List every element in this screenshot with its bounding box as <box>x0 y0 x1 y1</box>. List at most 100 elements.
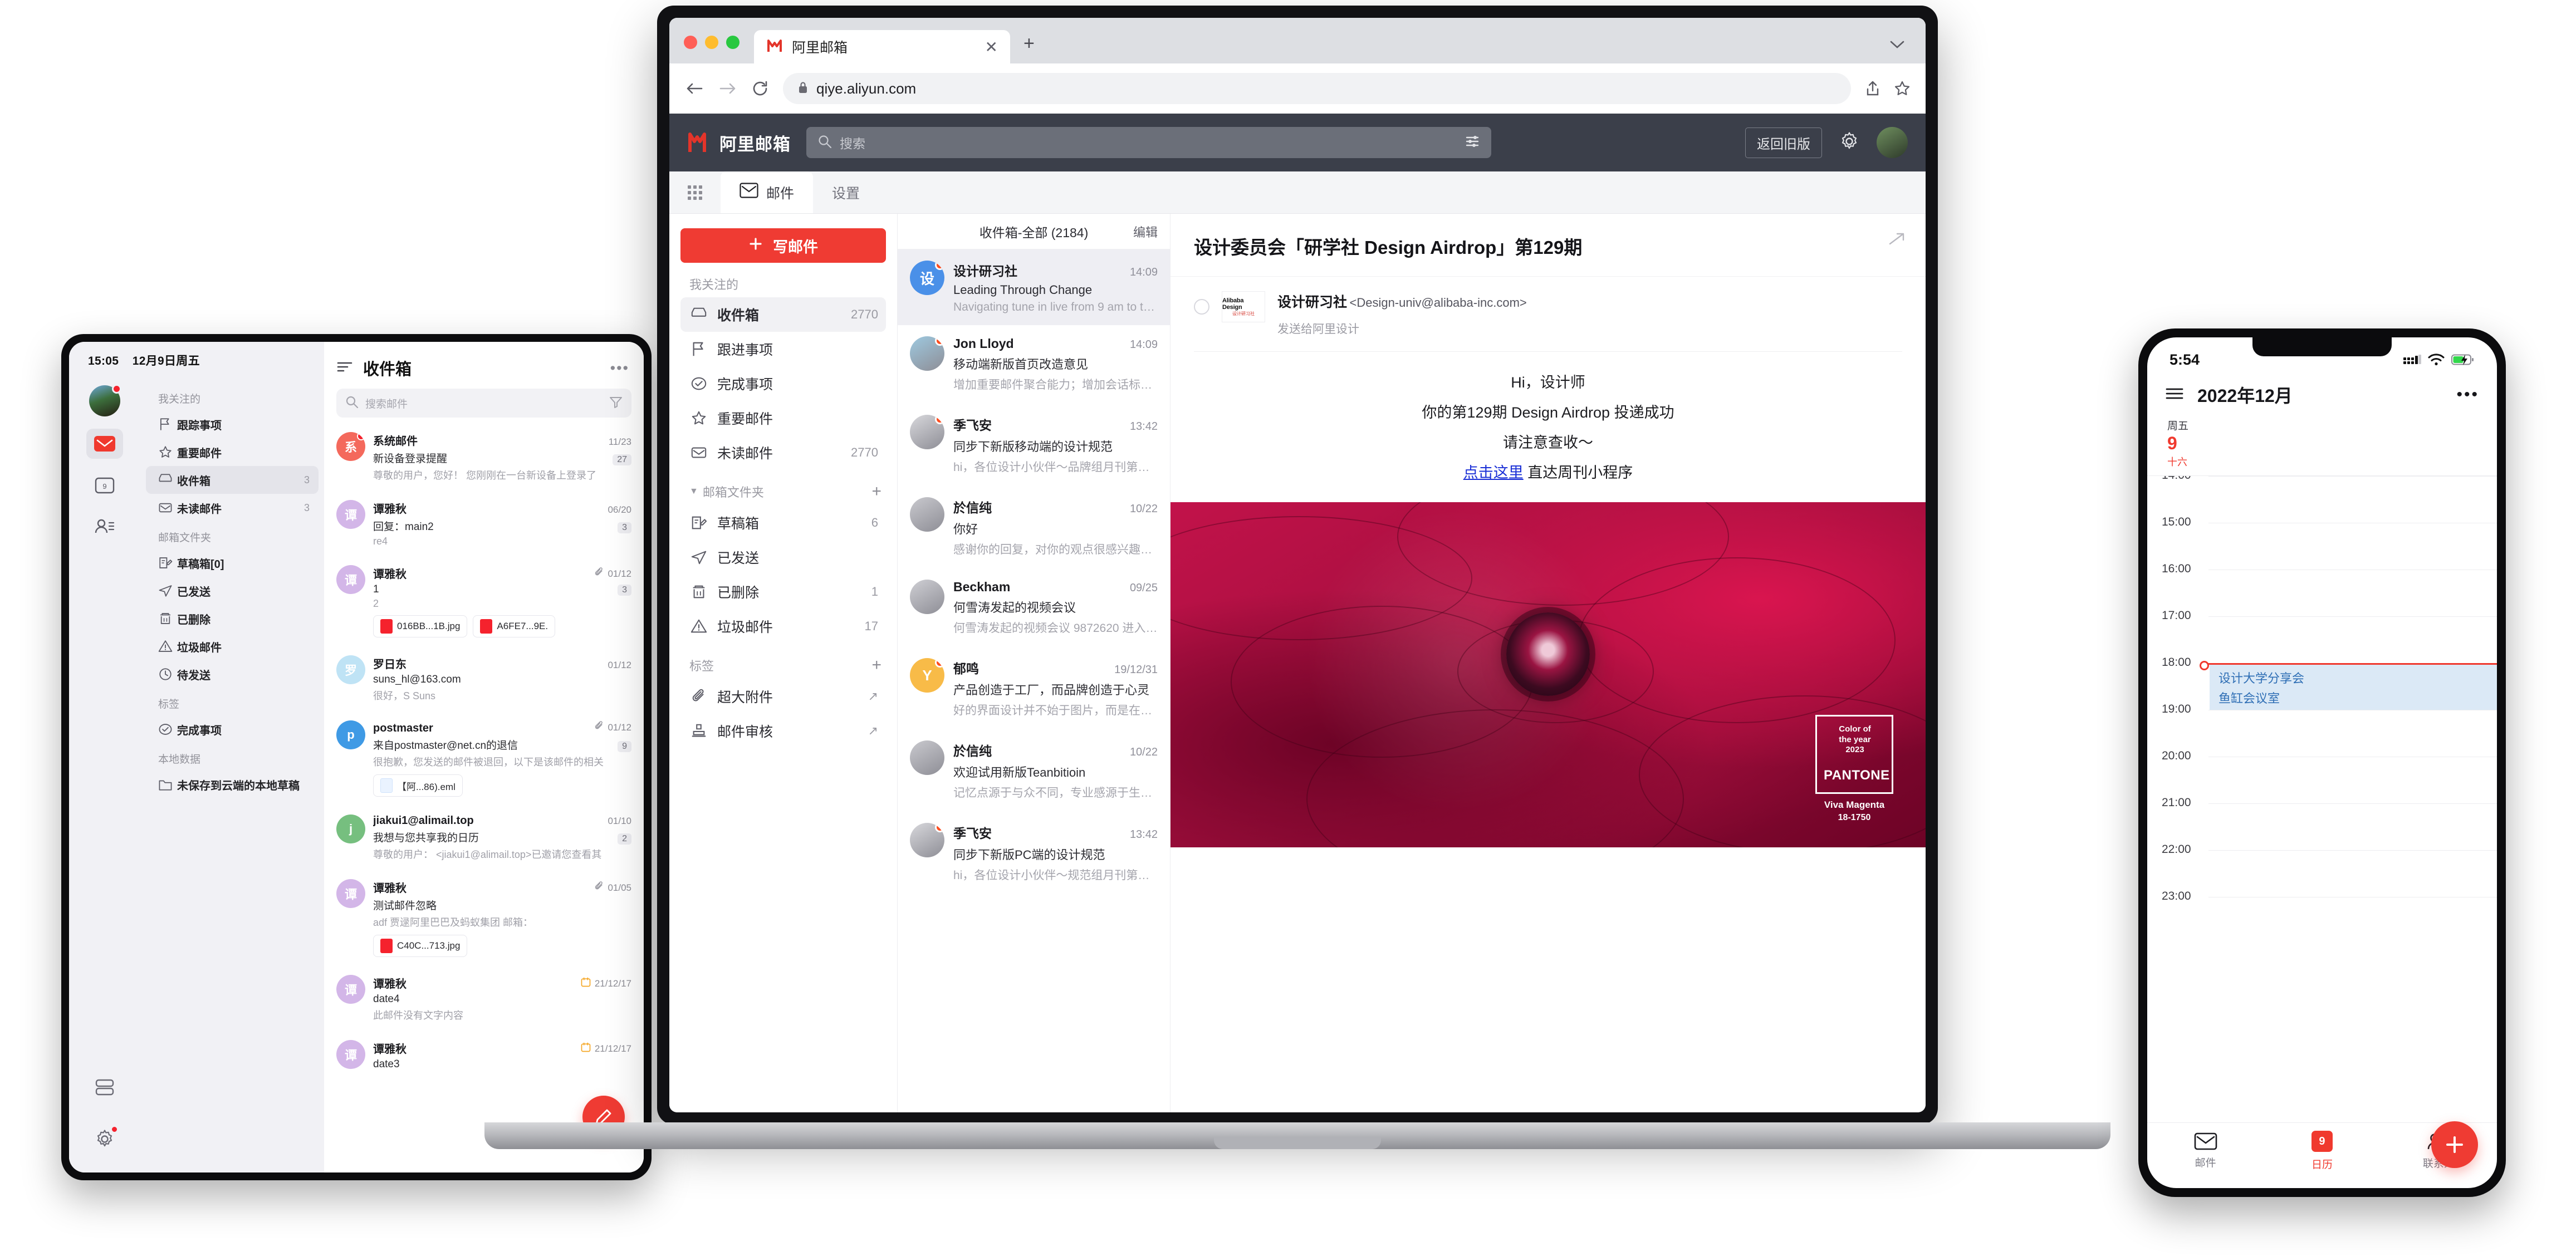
tablet-folder-未读邮件[interactable]: 未读邮件 3 <box>146 494 319 522</box>
laptop-folder-未读邮件[interactable]: 未读邮件 2770 <box>680 435 886 470</box>
chevron-down-icon[interactable] <box>1889 40 1906 52</box>
phone-tab-mail[interactable]: 邮件 <box>2147 1132 2264 1170</box>
tablet-folder-草稿箱[0][interactable]: 草稿箱[0] <box>146 549 319 577</box>
hour-slot[interactable]: 22:00 <box>2147 843 2497 897</box>
laptop-folder-跟进事项[interactable]: 跟进事项 <box>680 332 886 366</box>
maximize-window-button[interactable] <box>726 36 740 49</box>
table-row[interactable]: 季飞安 13:42 同步下新版PC端的设计规范 hi，各位设计小伙伴～规范组月刊… <box>898 812 1170 894</box>
table-row[interactable]: Y 郁鸣 19/12/31 产品创造于工厂，而品牌创造于心灵 好的界面设计并不始… <box>898 647 1170 729</box>
tablet-folder-完成事项[interactable]: 完成事项 <box>146 715 319 743</box>
attachment-chip[interactable]: C40C...713.jpg <box>373 935 468 957</box>
settings-gear-icon[interactable] <box>94 1125 119 1152</box>
compose-button[interactable]: 写邮件 <box>680 228 886 263</box>
laptop-folder-超大附件[interactable]: 超大附件 ↗ <box>680 679 886 714</box>
tablet-folder-垃圾邮件[interactable]: 垃圾邮件 <box>146 632 319 660</box>
table-row[interactable]: 谭 谭雅秋 21/12/17 date4 此邮件没有文字内容 <box>324 966 644 1031</box>
phone-calendar-grid[interactable]: 14:00 15:00 16:00 17:00 18:00 19:00 20:0… <box>2147 476 2497 1122</box>
tab-mail[interactable]: 邮件 <box>721 171 814 213</box>
table-row[interactable]: 於信纯 10/22 欢迎试用新版Teanbitioin 记忆点源于与众不同，专业… <box>898 729 1170 812</box>
weekly-link[interactable]: 点击这里 <box>1463 464 1524 481</box>
table-row[interactable]: Jon Lloyd 14:09 移动端新版首页改造意见 增加重要邮件聚合能力；增… <box>898 325 1170 404</box>
phone-tab-calendar[interactable]: 9 日历 <box>2264 1131 2380 1171</box>
tablet-folder-已删除[interactable]: 已删除 <box>146 605 319 632</box>
laptop-folder-收件箱[interactable]: 收件箱 2770 <box>680 297 886 332</box>
add-folder-icon[interactable]: + <box>871 656 886 675</box>
layout-toggle-icon[interactable] <box>95 1078 115 1100</box>
close-window-button[interactable] <box>684 36 697 49</box>
laptop-folder-垃圾邮件[interactable]: 垃圾邮件 17 <box>680 609 886 644</box>
sort-icon[interactable] <box>336 361 353 376</box>
laptop-folder-已删除[interactable]: 已删除 1 <box>680 575 886 609</box>
share-icon[interactable] <box>1865 81 1880 96</box>
table-row[interactable]: 罗 罗日东 01/12 suns_hl@163.com 很好，S Suns <box>324 646 644 712</box>
hour-slot[interactable]: 23:00 <box>2147 890 2497 944</box>
phone-month-label[interactable]: 2022年12月 <box>2197 382 2293 408</box>
table-row[interactable]: 谭 谭雅秋 01/12 1 3 2 016BB...1B.jpg A6FE7...… <box>324 556 644 646</box>
chevron-down-icon[interactable]: ▼ <box>689 487 698 497</box>
rail-item-calendar[interactable]: 9 <box>86 470 123 500</box>
back-icon[interactable] <box>685 81 704 96</box>
table-row[interactable]: 谭 谭雅秋 21/12/17 date3 <box>324 1031 644 1080</box>
rail-item-contacts[interactable] <box>86 511 123 541</box>
laptop-folder-重要邮件[interactable]: 重要邮件 <box>680 401 886 435</box>
browser-tab[interactable]: 阿里邮箱 ✕ <box>754 30 1010 63</box>
table-row[interactable]: 系 系统邮件 11/23 新设备登录提醒 27 尊敬的用户，您好！ 您刚刚在一台… <box>324 423 644 491</box>
table-row[interactable]: 设 设计研习社 14:09 Leading Through Change Nav… <box>898 249 1170 325</box>
hamburger-icon[interactable] <box>2165 386 2184 404</box>
table-row[interactable]: 谭 谭雅秋 06/20 回复：main2 3 re4 <box>324 491 644 556</box>
attachment-chip[interactable]: 【阿...86).eml <box>373 774 463 797</box>
table-row[interactable]: 於信纯 10/22 你好 感谢你的回复，对你的观点很感兴趣，希望可以进一… <box>898 486 1170 568</box>
tablet-folder-跟踪事项[interactable]: 跟踪事项 <box>146 410 319 438</box>
more-options-icon[interactable]: ••• <box>2456 385 2479 404</box>
table-row[interactable]: 季飞安 13:42 同步下新版移动端的设计规范 hi，各位设计小伙伴～品牌组月刊… <box>898 404 1170 486</box>
attachment-chip[interactable]: 016BB...1B.jpg <box>373 615 468 637</box>
hour-slot[interactable]: 15:00 <box>2147 516 2497 570</box>
tablet-folder-已发送[interactable]: 已发送 <box>146 577 319 605</box>
new-tab-button[interactable]: + <box>1010 33 1048 63</box>
table-row[interactable]: Beckham 09/25 何雪涛发起的视频会议 何雪涛发起的视频会议 9872… <box>898 568 1170 647</box>
avatar[interactable] <box>89 384 121 416</box>
tablet-folder-重要邮件[interactable]: 重要邮件 <box>146 438 319 466</box>
filter-icon[interactable] <box>609 396 623 411</box>
hour-slot[interactable]: 16:00 <box>2147 562 2497 616</box>
tablet-folder-未保存到云端的本地草稿[interactable]: 未保存到云端的本地草稿 <box>146 771 319 798</box>
forward-icon[interactable] <box>718 81 737 96</box>
edit-button[interactable]: 编辑 <box>1133 223 1158 241</box>
paperclip-icon <box>690 688 717 705</box>
laptop-folder-已发送[interactable]: 已发送 <box>680 540 886 575</box>
table-row[interactable]: p postmaster 01/12 来自postmaster@net.cn的退… <box>324 712 644 806</box>
add-event-fab-button[interactable] <box>2431 1121 2478 1168</box>
hour-slot[interactable]: 17:00 <box>2147 609 2497 663</box>
laptop-folder-完成事项[interactable]: 完成事项 <box>680 366 886 401</box>
tablet-folder-收件箱[interactable]: 收件箱 3 <box>146 466 319 494</box>
search-filter-icon[interactable] <box>1465 134 1480 152</box>
rail-item-mail[interactable] <box>86 429 123 459</box>
user-avatar[interactable] <box>1877 127 1908 158</box>
table-row[interactable]: j jiakui1@alimail.top 01/10 我想与您共享我的日历 2… <box>324 806 644 870</box>
table-row[interactable]: 谭 谭雅秋 01/05 测试邮件忽略 adf 贾逯阿里巴巴及蚂蚁集团 邮箱： C… <box>324 870 644 966</box>
hour-slot[interactable]: 20:00 <box>2147 749 2497 803</box>
collapse-toggle-icon[interactable] <box>1194 299 1209 315</box>
attachment-chip[interactable]: A6FE7...9E. <box>473 615 556 637</box>
bookmark-star-icon[interactable] <box>1894 81 1910 96</box>
add-folder-icon[interactable]: + <box>871 482 886 501</box>
reply-arrow-icon[interactable] <box>1883 230 1906 250</box>
close-tab-icon[interactable]: ✕ <box>985 38 998 56</box>
hour-slot[interactable]: 14:00 <box>2147 476 2497 523</box>
laptop-folder-草稿箱[interactable]: 草稿箱 6 <box>680 506 886 540</box>
hour-slot[interactable]: 21:00 <box>2147 796 2497 850</box>
tablet-search-box[interactable]: 搜索邮件 <box>336 389 631 418</box>
laptop-folder-邮件审核[interactable]: 邮件审核 ↗ <box>680 714 886 748</box>
tablet-folder-待发送[interactable]: 待发送 <box>146 660 319 688</box>
settings-gear-icon[interactable] <box>1839 131 1860 155</box>
calendar-event[interactable]: 设计大学分享会 鱼缸会议室 <box>2210 663 2497 710</box>
reload-icon[interactable] <box>752 80 768 97</box>
tab-settings[interactable]: 设置 <box>813 171 879 213</box>
hour-slot[interactable]: 19:00 <box>2147 703 2497 757</box>
url-input[interactable]: qiye.aliyun.com <box>783 73 1851 104</box>
app-grid-icon[interactable] <box>669 171 721 213</box>
more-options-icon[interactable]: ••• <box>610 360 629 377</box>
global-search-input[interactable]: 搜索 <box>806 127 1491 158</box>
minimize-window-button[interactable] <box>705 36 718 49</box>
switch-old-version-button[interactable]: 返回旧版 <box>1745 127 1822 158</box>
